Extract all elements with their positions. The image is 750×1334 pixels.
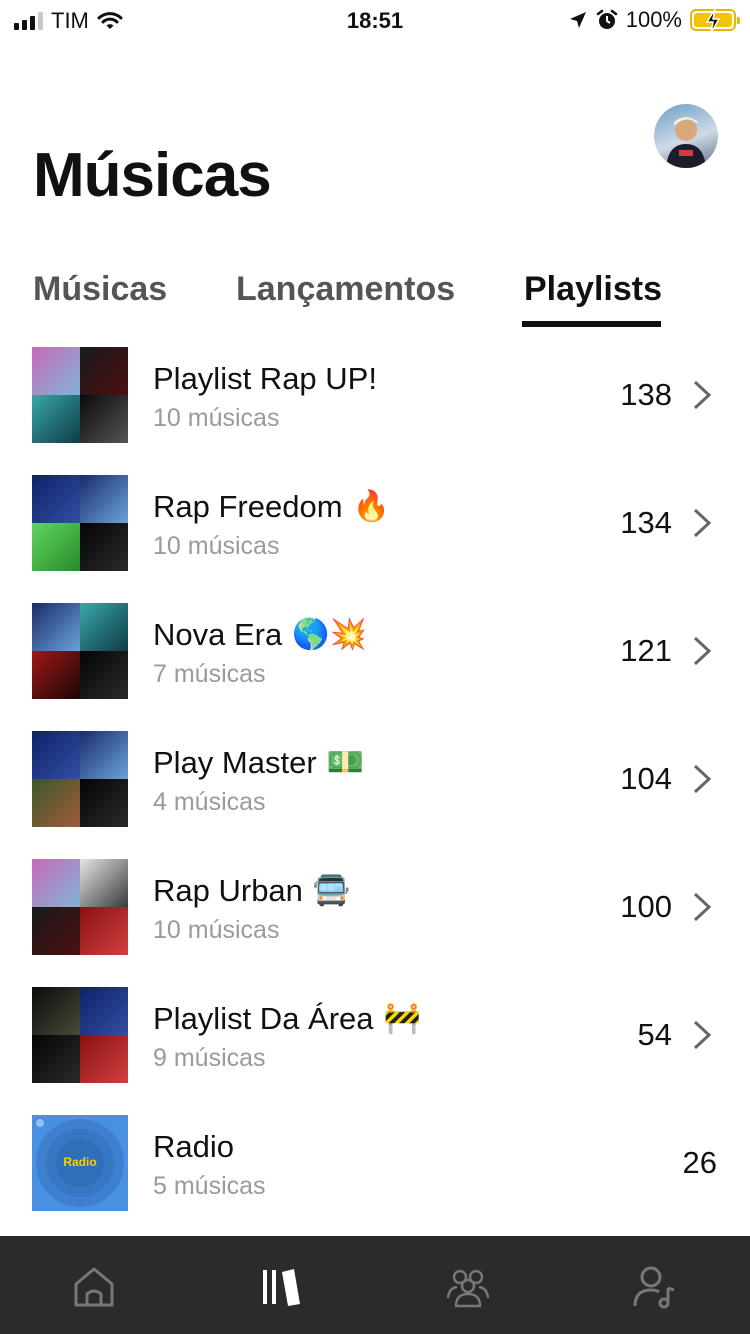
playlist-play-count: 138 [620,377,672,412]
community-icon[interactable] [445,1264,491,1310]
page-title: Músicas [33,141,272,210]
playlist-title: Playlist Rap UP! [153,361,377,396]
tab-lancamentos[interactable]: Lançamentos [236,270,455,309]
construction-emoji: 🚧 [383,1002,421,1035]
tab-playlists[interactable]: Playlists [524,270,662,309]
avatar-image [666,117,706,168]
playlist-cover [32,475,128,571]
radio-cover-label: Radio [63,1155,97,1169]
playlist-cover [32,603,128,699]
status-bar: TIM 18:51 100% [0,0,750,44]
playlist-row[interactable]: Play Master 💵 4 músicas 104 [0,731,750,859]
playlist-cover [32,731,128,827]
playlist-row[interactable]: Rap Urban 🚍 10 músicas 100 [0,859,750,987]
active-tab-indicator [522,321,661,327]
playlist-cover [32,347,128,443]
playlist-play-count: 121 [620,633,672,668]
playlist-row[interactable]: Radio Radio 5 músicas 26 [0,1115,750,1243]
chevron-right-icon [693,764,712,794]
status-right: 100% [568,7,740,34]
radio-cover: Radio [32,1115,128,1211]
location-arrow-icon [569,12,586,28]
chevron-right-icon [693,892,712,922]
playlist-title: Rap Urban 🚍 [153,873,351,908]
home-icon[interactable] [71,1264,117,1310]
charging-bolt-icon [705,8,721,34]
battery-icon [690,8,740,34]
playlist-song-count: 7 músicas [153,660,266,688]
money-emoji: 💵 [326,746,365,779]
playlist-song-count: 4 músicas [153,788,266,816]
battery-percent: 100% [625,7,682,32]
chevron-right-icon [693,1020,712,1050]
playlist-song-count: 5 músicas [153,1172,266,1200]
playlist-song-count: 10 músicas [153,532,280,560]
alarm-icon [596,9,617,29]
playlist-row[interactable]: Playlist Rap UP! 10 músicas 138 [0,347,750,475]
chevron-right-icon [693,508,712,538]
playlist-song-count: 9 músicas [153,1044,266,1072]
playlist-play-count: 134 [620,505,672,540]
library-icon[interactable] [258,1264,304,1310]
chevron-right-icon [693,636,712,666]
playlist-song-count: 10 músicas [153,404,280,432]
globe-collision-emoji: 🌎💥 [292,618,367,651]
playlist-row[interactable]: Rap Freedom 🔥 10 músicas 134 [0,475,750,603]
fire-emoji: 🔥 [352,490,390,523]
tab-musicas[interactable]: Músicas [33,270,167,309]
playlist-row[interactable]: Nova Era 🌎💥 7 músicas 121 [0,603,750,731]
chevron-right-icon [693,380,712,410]
bus-emoji: 🚍 [312,874,351,907]
playlist-play-count: 100 [620,889,672,924]
playlist-cover [32,859,128,955]
playlist-title: Play Master 💵 [153,745,365,780]
playlist-play-count: 54 [637,1017,672,1052]
playlist-row[interactable]: Playlist Da Área 🚧 9 músicas 54 [0,987,750,1115]
playlist-title: Playlist Da Área 🚧 [153,1001,421,1036]
playlist-play-count: 104 [620,761,672,796]
playlist-title: Rap Freedom 🔥 [153,489,390,524]
playlist-title: Nova Era 🌎💥 [153,617,367,652]
playlist-title: Radio [153,1129,234,1164]
playlist-cover [32,987,128,1083]
bottom-nav [0,1236,750,1334]
avatar[interactable] [654,104,718,168]
playlist-play-count: 26 [682,1145,717,1180]
artist-icon[interactable] [632,1264,678,1310]
playlist-song-count: 10 músicas [153,916,280,944]
